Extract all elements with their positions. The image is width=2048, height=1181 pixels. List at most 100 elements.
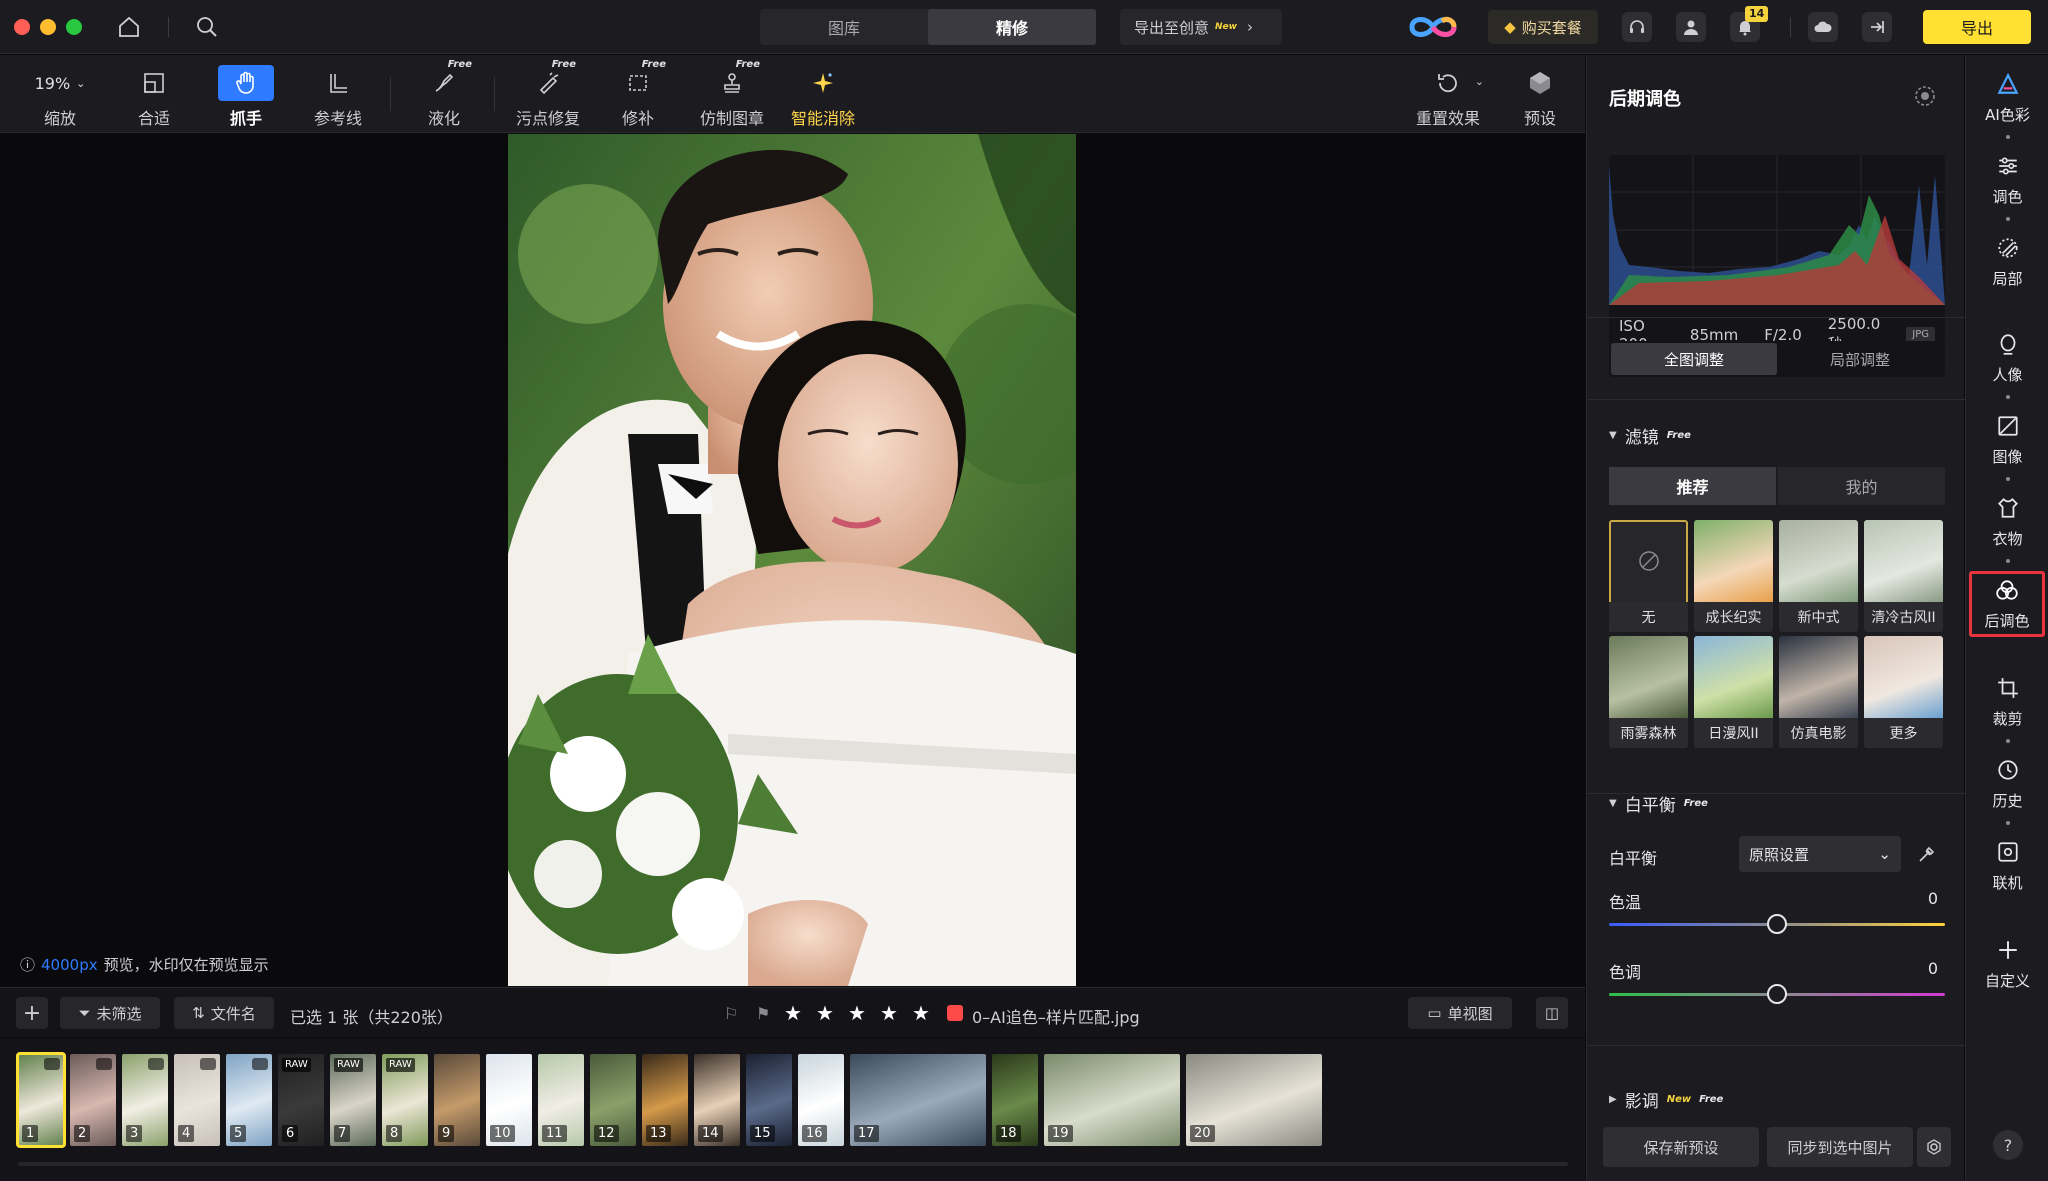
home-icon[interactable]	[114, 12, 144, 42]
sidebar-item-crop[interactable]: 裁剪	[1966, 669, 2048, 735]
sidebar-item-history[interactable]: 历史	[1966, 751, 2048, 817]
sidebar-item-image[interactable]: 图像	[1966, 407, 2048, 473]
thumbnail[interactable]: 2	[70, 1054, 116, 1146]
sign-in-icon[interactable]	[1862, 12, 1892, 42]
aperture-icon[interactable]	[1914, 85, 1936, 111]
tool-liquify[interactable]: Free 液化	[420, 55, 472, 133]
rating-star-4[interactable]: ★	[880, 1003, 898, 1023]
sidebar-item-ai-color[interactable]: AI色彩	[1966, 65, 2048, 131]
filter-preset[interactable]: 新中式	[1779, 520, 1858, 632]
preset-button[interactable]: 预设	[1518, 55, 1562, 133]
tool-guides[interactable]: 参考线	[312, 55, 364, 133]
thumbnail[interactable]: 20	[1186, 1054, 1322, 1146]
zoom-window-button[interactable]	[66, 19, 82, 35]
sidebar-item-local[interactable]: 局部	[1966, 229, 2048, 295]
sidebar-item-plus[interactable]: 自定义	[1966, 931, 2048, 997]
sidebar-item-tether[interactable]: 联机	[1966, 833, 2048, 899]
sidebar-item-post-color[interactable]: 后调色	[1969, 571, 2045, 637]
sidebar-item-adjust[interactable]: 调色	[1966, 147, 2048, 213]
tool-patch[interactable]: Free 修补	[616, 55, 666, 133]
export-button[interactable]: 导出	[1923, 10, 2031, 44]
filter-section-header[interactable]: ▼ 滤镜 Free	[1609, 423, 1691, 448]
thumbnail[interactable]: 11	[538, 1054, 584, 1146]
white-balance-section-header[interactable]: ▼ 白平衡 Free	[1609, 791, 1708, 816]
filter-preset[interactable]: 成长纪实	[1694, 520, 1773, 632]
tint-slider[interactable]	[1609, 984, 1945, 1004]
tab-recommended[interactable]: 推荐	[1609, 467, 1776, 505]
thumbnail[interactable]: 15	[746, 1054, 792, 1146]
thumbnail[interactable]: 1	[16, 1052, 66, 1148]
tint-slider-knob[interactable]	[1767, 984, 1787, 1004]
temperature-slider-knob[interactable]	[1767, 914, 1787, 934]
rating-star-5[interactable]: ★	[912, 1003, 930, 1023]
tool-spot-heal[interactable]: Free 污点修复	[510, 55, 586, 133]
thumbnail[interactable]: 4	[174, 1054, 220, 1146]
thumbnail[interactable]: 19	[1044, 1054, 1180, 1146]
tab-mine[interactable]: 我的	[1778, 467, 1945, 505]
tool-zoom[interactable]: 19% ⌄ 缩放	[22, 55, 98, 133]
filter-button[interactable]: ⏷ 未筛选	[60, 997, 160, 1029]
thumbnail[interactable]: 16	[798, 1054, 844, 1146]
single-view-button[interactable]: ▭ 单视图	[1408, 997, 1512, 1029]
filter-preset[interactable]: 雨雾森林	[1609, 636, 1688, 748]
thumbnail[interactable]: 18	[992, 1054, 1038, 1146]
thumbnail[interactable]: 17	[850, 1054, 986, 1146]
minimize-window-button[interactable]	[40, 19, 56, 35]
tab-global-adjust[interactable]: 全图调整	[1611, 343, 1777, 375]
tone-section-header[interactable]: ▶ 影调 New Free	[1609, 1087, 1723, 1112]
tool-clone-stamp[interactable]: Free 仿制图章	[696, 55, 768, 133]
thumbnail[interactable]: 12	[590, 1054, 636, 1146]
thumbnail[interactable]: 5	[226, 1054, 272, 1146]
help-button[interactable]: ?	[1993, 1130, 2023, 1160]
filter-preset[interactable]: 仿真电影	[1779, 636, 1858, 748]
tool-hand[interactable]: 抓手	[218, 55, 274, 133]
thumbnail[interactable]: 10	[486, 1054, 532, 1146]
tab-library[interactable]: 图库	[760, 9, 928, 45]
thumbnail[interactable]: 9	[434, 1054, 480, 1146]
filter-label: 未筛选	[96, 1004, 142, 1023]
color-label-red[interactable]	[947, 1005, 963, 1021]
reject-flag-icon[interactable]: ⚐	[724, 1004, 738, 1023]
filter-preset[interactable]: 更多	[1864, 636, 1943, 748]
reset-effects-button[interactable]: ⌄ 重置效果	[1412, 55, 1484, 133]
tool-smart-erase[interactable]: 智能消除	[790, 55, 856, 133]
white-balance-select[interactable]: 原照设置 ⌄	[1739, 836, 1901, 872]
sidebar-item-clothing[interactable]: 衣物	[1966, 489, 2048, 555]
add-photos-button[interactable]: +	[16, 997, 48, 1029]
sync-selected-button[interactable]: 同步到选中图片	[1767, 1127, 1913, 1167]
filter-preset[interactable]: 清冷古风II	[1864, 520, 1943, 632]
sync-settings-icon[interactable]	[1917, 1127, 1951, 1167]
thumbnail[interactable]: 14	[694, 1054, 740, 1146]
tool-fit[interactable]: 合适	[132, 55, 176, 133]
free-tag: Free	[1683, 798, 1708, 809]
pick-flag-icon[interactable]: ⚑	[756, 1004, 770, 1023]
zoom-dropdown[interactable]: 19% ⌄	[35, 65, 86, 101]
cloud-icon[interactable]	[1808, 12, 1838, 42]
tab-local-adjust[interactable]: 局部调整	[1777, 343, 1943, 375]
thumbnail[interactable]: RAW 6	[278, 1054, 324, 1146]
save-preset-button[interactable]: 保存新预设	[1603, 1127, 1759, 1167]
rating-star-2[interactable]: ★	[816, 1003, 834, 1023]
temperature-slider[interactable]	[1609, 914, 1945, 934]
thumbnail[interactable]: 13	[642, 1054, 688, 1146]
eyedropper-icon[interactable]	[1917, 844, 1937, 868]
thumbnail[interactable]: RAW 7	[330, 1054, 376, 1146]
photo-canvas[interactable]: ⓘ 4000px 预览，水印仅在预览显示	[0, 134, 1585, 986]
headset-icon[interactable]	[1622, 12, 1652, 42]
rating-star-1[interactable]: ★	[784, 1003, 802, 1023]
close-window-button[interactable]	[14, 19, 30, 35]
export-to-create-button[interactable]: 导出至创意 New ›	[1120, 9, 1282, 45]
tab-retouch[interactable]: 精修	[928, 9, 1096, 45]
user-avatar-icon[interactable]	[1676, 12, 1706, 42]
filter-preset[interactable]: 无	[1609, 520, 1688, 632]
sidebar-item-portrait[interactable]: 人像	[1966, 325, 2048, 391]
filmstrip-scrollbar[interactable]	[18, 1162, 1568, 1166]
search-icon[interactable]	[192, 12, 222, 42]
filter-preset[interactable]: 日漫风II	[1694, 636, 1773, 748]
buy-plan-button[interactable]: ◆ 购买套餐	[1488, 10, 1598, 44]
sort-button[interactable]: ⇅ 文件名	[174, 997, 274, 1029]
thumbnail[interactable]: 3	[122, 1054, 168, 1146]
thumbnail[interactable]: RAW 8	[382, 1054, 428, 1146]
rating-star-3[interactable]: ★	[848, 1003, 866, 1023]
compare-view-button[interactable]: ◫	[1536, 997, 1568, 1029]
